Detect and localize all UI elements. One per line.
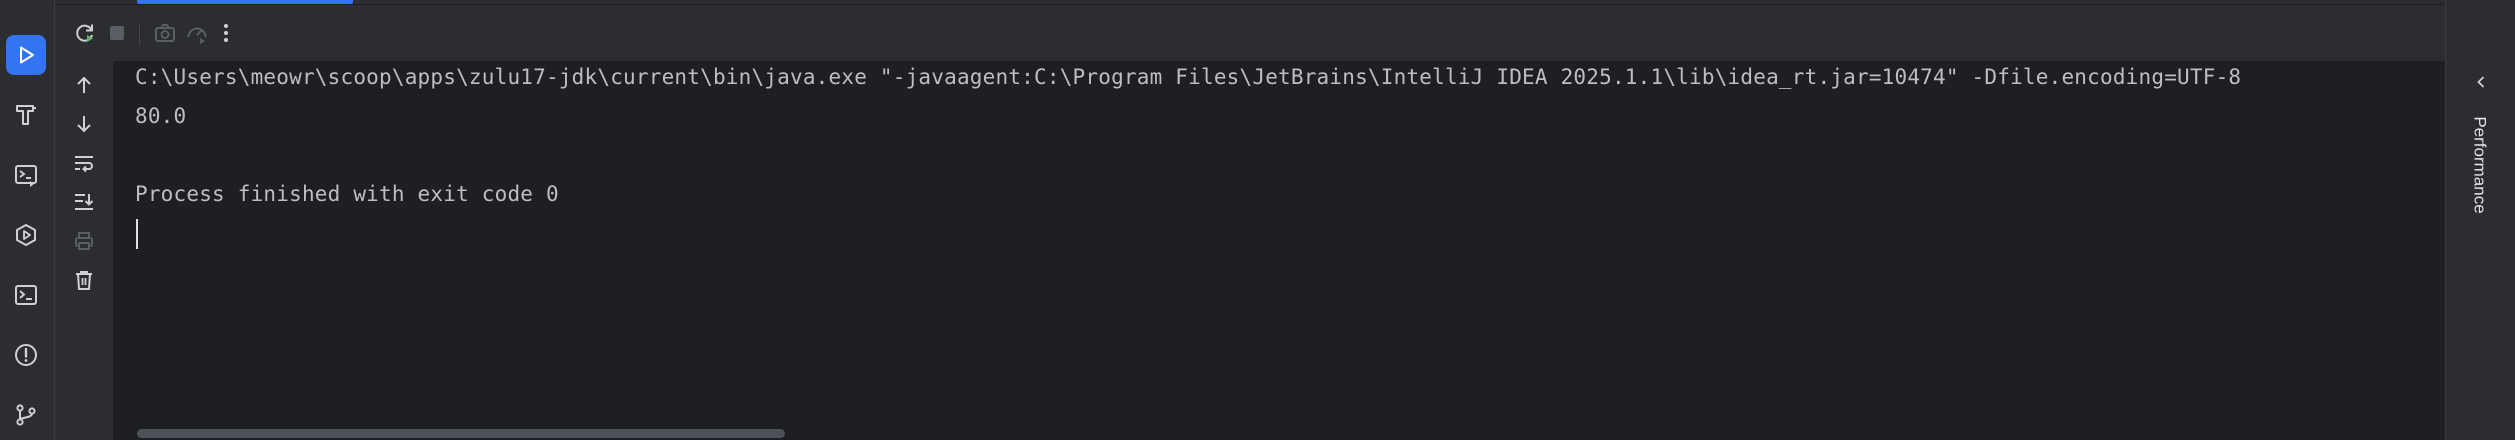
git-icon [16,404,36,426]
run-tool-button[interactable] [6,35,46,75]
tab-strip [55,0,2445,4]
chevron-left-icon [2476,76,2484,88]
console-toolbar [55,61,113,440]
more-vertical-icon [224,24,228,42]
active-tab-indicator[interactable] [137,0,353,4]
terminal-tool-button[interactable] [6,275,46,315]
scroll-to-end-icon [75,194,94,210]
build-tool-button[interactable] [6,95,46,135]
performance-label: Performance [2471,116,2491,214]
right-tool-window-bar: Performance [2446,0,2515,440]
soft-wrap-button[interactable] [70,149,98,177]
text-caret [136,219,138,249]
screenshot-camera-icon [155,24,175,42]
run-console-icon [15,165,37,187]
print-button[interactable] [70,227,98,255]
trash-icon [76,271,92,290]
profiler-gauge-icon [187,27,207,44]
services-icon [16,224,36,246]
left-tool-window-bar [0,0,54,440]
clear-all-button[interactable] [70,266,98,294]
next-occurrence-button[interactable] [70,110,98,138]
soft-wrap-icon [75,156,93,173]
intellij-run-tool-window: C:\Users\meowr\scoop\apps\zulu17-jdk\cur… [0,0,2515,440]
stop-button[interactable] [103,19,131,47]
stop-icon [110,26,124,40]
console-line-output: 80.0 [135,104,187,128]
services-tool-button[interactable] [6,215,46,255]
problems-tool-button[interactable] [6,335,46,375]
arrow-up-icon [77,76,91,93]
rerun-button[interactable] [71,19,99,47]
console-output[interactable]: C:\Users\meowr\scoop\apps\zulu17-jdk\cur… [114,61,2445,440]
expand-panel-button[interactable] [2446,68,2515,96]
console-line-command: C:\Users\meowr\scoop\apps\zulu17-jdk\cur… [135,65,2242,89]
run-icon [20,46,34,64]
git-tool-button[interactable] [6,395,46,435]
console-line-exit-status: Process finished with exit code 0 [135,182,559,206]
previous-occurrence-button[interactable] [70,71,98,99]
run-console-tool-button[interactable] [6,155,46,195]
print-icon [75,232,93,250]
screenshot-button[interactable] [151,19,179,47]
toolbar-separator [139,23,140,45]
terminal-icon [15,285,37,305]
arrow-down-icon [77,116,91,133]
rerun-icon [76,24,93,42]
build-hammer-icon [16,105,36,125]
more-options-button[interactable] [212,19,240,47]
problems-icon [15,344,37,366]
profiler-button[interactable] [183,19,211,47]
scroll-to-end-button[interactable] [70,188,98,216]
performance-panel-tab[interactable]: Performance [2466,110,2494,220]
run-toolbar [55,5,2445,61]
horizontal-scrollbar[interactable] [137,429,785,438]
